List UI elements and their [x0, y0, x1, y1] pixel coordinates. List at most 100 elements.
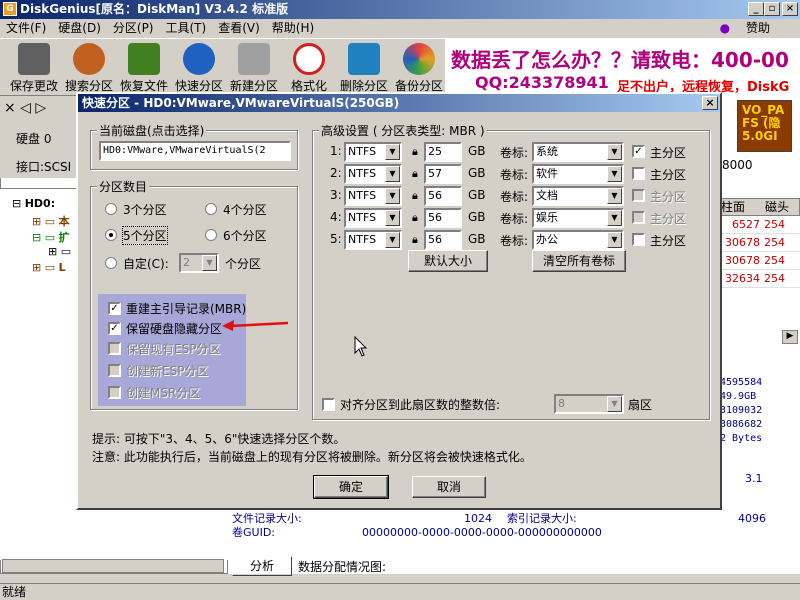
- menu-partition[interactable]: 分区(P): [107, 19, 160, 38]
- chevron-down-icon: ▼: [607, 144, 622, 160]
- create-msr-checkbox[interactable]: [108, 386, 121, 399]
- table-row[interactable]: 6527 254: [718, 216, 800, 234]
- table-row[interactable]: 32634 254: [718, 270, 800, 288]
- toolbar-save-button[interactable]: 保存更改: [6, 43, 62, 95]
- current-disk-selector[interactable]: HD0:VMware,VMwareVirtualS(2: [99, 141, 291, 161]
- primary-partition-checkbox[interactable]: [632, 189, 645, 202]
- toolbar-label: 备份分区: [394, 79, 443, 93]
- current-disk-group: 当前磁盘(点击选择) HD0:VMware,VMwareVirtualS(2: [90, 122, 298, 170]
- volume-label-select[interactable]: 娱乐 ▼: [532, 208, 624, 228]
- delete-icon: [348, 43, 380, 75]
- table-row[interactable]: 30678 254: [718, 252, 800, 270]
- option-label: 保留硬盘隐藏分区: [126, 322, 223, 336]
- analyze-button[interactable]: 分析: [232, 556, 292, 576]
- toolbar-format-button[interactable]: 格式化: [281, 43, 337, 95]
- fs-value: NTFS: [348, 167, 377, 180]
- radio-label: 5个分区: [122, 226, 168, 245]
- tree-scrollbar[interactable]: [2, 559, 224, 573]
- col-header-cylinder[interactable]: 柱面: [719, 199, 765, 215]
- fs-select[interactable]: NTFS ▼: [344, 230, 402, 250]
- primary-partition-checkbox[interactable]: [632, 233, 645, 246]
- table-header: 柱面 磁头: [718, 198, 800, 216]
- custom-count-select[interactable]: 2 ▼: [179, 253, 219, 273]
- create-esp-checkbox[interactable]: [108, 364, 121, 377]
- volume-label-select[interactable]: 办公 ▼: [532, 230, 624, 250]
- maximize-button[interactable]: ▫: [764, 2, 780, 16]
- size-input[interactable]: 56: [424, 186, 462, 206]
- dialog-close-button[interactable]: ×: [702, 96, 718, 110]
- window-title: DiskGenius[原名：DiskMan] V3.4.2 标准版: [20, 2, 289, 16]
- toolbar-search-button[interactable]: 搜索分区: [61, 43, 117, 95]
- toolbar-recover-button[interactable]: 恢复文件: [116, 43, 172, 95]
- lock-icon[interactable]: 🔒︎: [412, 212, 423, 224]
- toolbar-quick-partition-button[interactable]: 快速分区: [171, 43, 227, 95]
- table-cell: 32634: [725, 272, 760, 285]
- close-button[interactable]: ×: [782, 2, 798, 16]
- table-row[interactable]: 30678 254: [718, 234, 800, 252]
- size-input[interactable]: 56: [424, 208, 462, 228]
- chevron-down-icon: ▼: [385, 210, 400, 226]
- toolbar-label: 格式化: [290, 79, 327, 93]
- radio-label: 4个分区: [223, 203, 267, 217]
- volume-label-caption: 卷标:: [500, 212, 529, 226]
- align-sectors-select[interactable]: 8 ▼: [554, 394, 624, 414]
- keep-esp-checkbox[interactable]: [108, 342, 121, 355]
- tree-node[interactable]: ⊟ ▭ 扩: [32, 229, 70, 245]
- primary-partition-checkbox[interactable]: [632, 211, 645, 224]
- radio-6-partitions[interactable]: [205, 229, 217, 241]
- cancel-button[interactable]: 取消: [412, 476, 486, 498]
- align-checkbox[interactable]: [322, 398, 335, 411]
- volume-label-select[interactable]: 软件 ▼: [532, 164, 624, 184]
- radio-custom[interactable]: [105, 257, 117, 269]
- tree-node[interactable]: ⊞ ▭ 本: [32, 213, 70, 229]
- fs-select[interactable]: NTFS ▼: [344, 186, 402, 206]
- fs-select[interactable]: NTFS ▼: [344, 164, 402, 184]
- ok-button[interactable]: 确定: [313, 475, 389, 499]
- lock-icon[interactable]: 🔒︎: [412, 168, 423, 180]
- size-input[interactable]: 25: [424, 142, 462, 162]
- size-input[interactable]: 57: [424, 164, 462, 184]
- align-unit: 扇区: [628, 398, 653, 412]
- save-icon: [18, 43, 50, 75]
- volume-label-caption: 卷标:: [500, 190, 529, 204]
- clear-labels-button[interactable]: 清空所有卷标: [532, 250, 626, 272]
- volume-label-value: 系统: [536, 145, 558, 158]
- menu-tools[interactable]: 工具(T): [160, 19, 213, 38]
- lock-icon[interactable]: 🔒︎: [412, 146, 423, 158]
- col-header-head[interactable]: 磁头: [765, 200, 789, 214]
- menu-disk[interactable]: 硬盘(D): [52, 19, 107, 38]
- keep-hidden-partition-checkbox[interactable]: ✓: [108, 322, 121, 335]
- tree-node[interactable]: ⊞ ▭: [48, 245, 71, 258]
- fs-select[interactable]: NTFS ▼: [344, 142, 402, 162]
- toolbar-delete-button[interactable]: 删除分区: [336, 43, 392, 95]
- minimize-button[interactable]: _: [748, 2, 764, 16]
- rebuild-mbr-checkbox[interactable]: ✓: [108, 302, 121, 315]
- fs-select[interactable]: NTFS ▼: [344, 208, 402, 228]
- volume-label-select[interactable]: 系统 ▼: [532, 142, 624, 162]
- volume-label-select[interactable]: 文档 ▼: [532, 186, 624, 206]
- ad-banner[interactable]: 数据丢了怎么办？？请致电：400-00 QQ:243378941 足不出户，远程…: [445, 38, 800, 96]
- volume-label-value: 软件: [536, 167, 558, 180]
- menu-help[interactable]: 帮助(H): [266, 19, 320, 38]
- lock-icon[interactable]: 🔒︎: [412, 234, 423, 246]
- nav-arrows[interactable]: × ◁ ▷: [4, 100, 46, 116]
- radio-3-partitions[interactable]: [105, 203, 117, 215]
- radio-4-partitions[interactable]: [205, 203, 217, 215]
- menu-file[interactable]: 文件(F): [0, 19, 52, 38]
- default-size-button[interactable]: 默认大小: [408, 250, 488, 272]
- lock-icon[interactable]: 🔒︎: [412, 190, 423, 202]
- toolbar-new-partition-button[interactable]: 新建分区: [226, 43, 282, 95]
- size-input[interactable]: 56: [424, 230, 462, 250]
- menu-view[interactable]: 查看(V): [212, 19, 266, 38]
- primary-partition-checkbox[interactable]: [632, 167, 645, 180]
- tree-node[interactable]: ⊞ ▭ L: [32, 261, 66, 274]
- option-label: 创建新ESP分区: [126, 364, 209, 378]
- scroll-right-button[interactable]: ▶: [782, 330, 798, 344]
- sponsor-link[interactable]: ● 赞助: [708, 19, 782, 38]
- table-cell: 254: [764, 236, 785, 249]
- file-record-value: 1024: [464, 512, 492, 525]
- primary-partition-checkbox[interactable]: ✓: [632, 145, 645, 158]
- tree-node-hd0[interactable]: ⊟ HD0:: [12, 197, 55, 210]
- toolbar-backup-button[interactable]: 备份分区: [391, 43, 447, 95]
- radio-5-partitions[interactable]: [105, 229, 117, 241]
